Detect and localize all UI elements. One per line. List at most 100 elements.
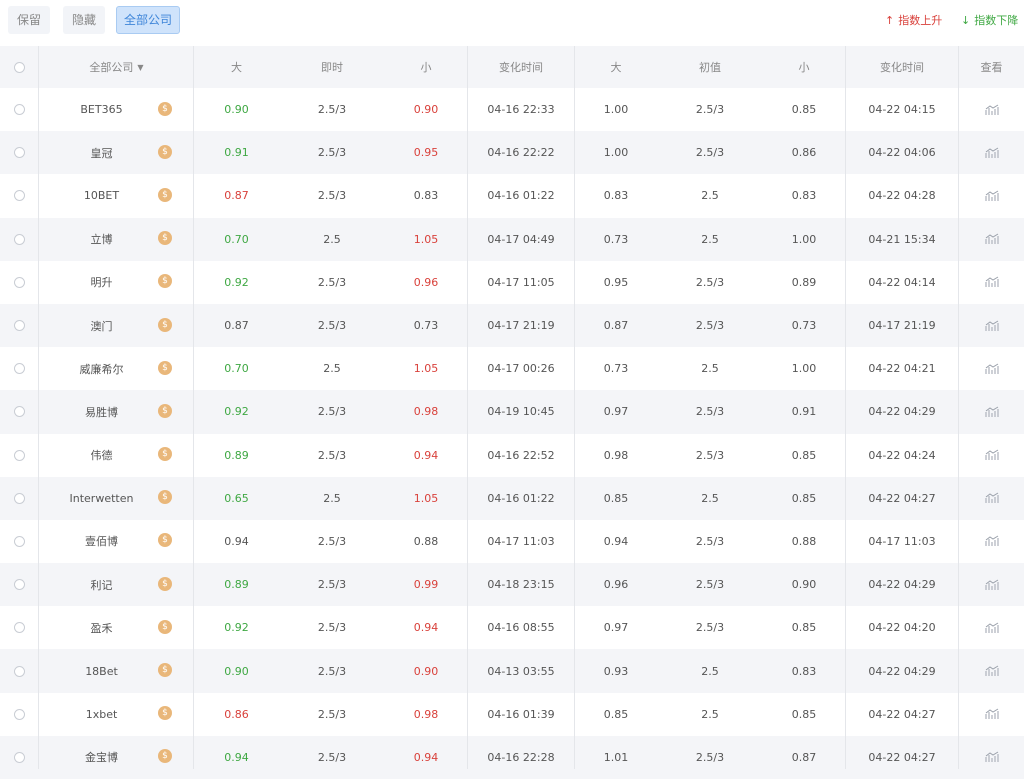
instant-line-cell: 2.5/3 [317, 319, 347, 333]
instant-line-cell: 2.5/3 [317, 189, 347, 203]
trend-chart-icon[interactable] [959, 606, 1024, 649]
trend-chart-icon[interactable] [959, 563, 1024, 606]
header-view: 查看 [980, 61, 1003, 74]
select-all-radio[interactable] [13, 61, 25, 73]
big-odds-cell: 0.65 [224, 491, 249, 505]
trend-chart-icon[interactable] [959, 693, 1024, 736]
column-divider [38, 46, 39, 769]
initial-line-cell: 2.5/3 [695, 578, 725, 592]
row-select-radio[interactable] [13, 622, 25, 634]
coin-icon[interactable]: $ [158, 619, 172, 634]
trend-chart-icon[interactable] [959, 218, 1024, 261]
initial-big-cell: 0.93 [603, 664, 629, 678]
row-select-radio[interactable] [13, 406, 25, 418]
hide-button[interactable]: 隐藏 [63, 6, 105, 34]
change-time-cell: 04-13 03:55 [487, 664, 555, 678]
initial-line-cell: 2.5/3 [695, 146, 725, 160]
row-select-radio[interactable] [13, 492, 25, 504]
initial-line-cell: 2.5/3 [695, 534, 725, 548]
initial-small-cell: 0.83 [791, 664, 817, 678]
row-select-radio[interactable] [13, 751, 25, 763]
small-odds-cell: 0.98 [413, 405, 439, 419]
instant-line-cell: 2.5/3 [317, 275, 347, 289]
row-select-radio[interactable] [13, 147, 25, 159]
row-select-radio[interactable] [13, 104, 25, 116]
initial-change-time-cell: 04-22 04:27 [868, 750, 936, 764]
initial-change-time-cell: 04-22 04:14 [868, 275, 936, 289]
trend-chart-icon[interactable] [959, 390, 1024, 433]
trend-chart-icon[interactable] [959, 88, 1024, 131]
row-select-radio[interactable] [13, 449, 25, 461]
trend-chart-icon[interactable] [959, 347, 1024, 390]
coin-icon[interactable]: $ [158, 317, 172, 332]
header-change-time: 变化时间 [499, 61, 543, 74]
big-odds-cell: 0.89 [224, 578, 249, 592]
trend-chart-icon[interactable] [959, 434, 1024, 477]
header-big-initial: 大 [610, 61, 622, 74]
trend-chart-icon[interactable] [959, 649, 1024, 692]
initial-change-time-cell: 04-22 04:29 [868, 405, 936, 419]
instant-line-cell: 2.5 [323, 232, 341, 246]
keep-button[interactable]: 保留 [8, 6, 50, 34]
instant-line-cell: 2.5/3 [317, 103, 347, 117]
row-select-radio[interactable] [13, 708, 25, 720]
initial-change-time-cell: 04-22 04:27 [868, 707, 936, 721]
trend-chart-icon[interactable] [959, 477, 1024, 520]
row-select-radio[interactable] [13, 276, 25, 288]
all-companies-button[interactable]: 全部公司 [116, 6, 180, 34]
company-filter-dropdown[interactable]: 全部公司 ▼ [40, 46, 193, 88]
small-odds-cell: 0.94 [413, 621, 439, 635]
row-select-radio[interactable] [13, 363, 25, 375]
initial-line-cell: 2.5 [701, 707, 719, 721]
row-select-radio[interactable] [13, 579, 25, 591]
coin-icon[interactable]: $ [158, 187, 172, 202]
table-header: 全部公司 ▼ 大 即时 小 变化时间 大 初值 小 变化时间 查看 [0, 46, 1024, 88]
big-odds-cell: 0.92 [224, 275, 249, 289]
initial-small-cell: 0.85 [791, 707, 817, 721]
initial-small-cell: 0.86 [791, 146, 817, 160]
index-rise-legend: ↑ 指数上升 [885, 12, 942, 28]
initial-line-cell: 2.5/3 [695, 319, 725, 333]
trend-chart-icon[interactable] [959, 174, 1024, 217]
coin-icon[interactable]: $ [158, 403, 172, 418]
odds-table: 全部公司 ▼ 大 即时 小 变化时间 大 初值 小 变化时间 查看 BET365 $… [0, 46, 1024, 779]
small-odds-cell: 1.05 [413, 362, 439, 376]
coin-icon[interactable]: $ [158, 447, 172, 462]
small-odds-cell: 1.05 [413, 232, 439, 246]
row-select-radio[interactable] [13, 233, 25, 245]
trend-chart-icon[interactable] [959, 131, 1024, 174]
change-time-cell: 04-16 08:55 [487, 621, 555, 635]
change-time-cell: 04-16 01:22 [487, 189, 555, 203]
initial-change-time-cell: 04-17 11:03 [868, 534, 936, 548]
header-instant: 即时 [321, 61, 343, 74]
coin-icon[interactable]: $ [158, 360, 172, 375]
coin-icon[interactable]: $ [158, 576, 172, 591]
header-initial: 初值 [699, 61, 721, 74]
trend-chart-icon[interactable] [959, 304, 1024, 347]
initial-big-cell: 0.97 [603, 405, 629, 419]
row-select-radio[interactable] [13, 190, 25, 202]
row-select-radio[interactable] [13, 320, 25, 332]
table-row: BET365 $0.90 2.5/3 0.90 04-16 22:33 1.00 2.5/3… [0, 88, 1024, 131]
initial-change-time-cell: 04-22 04:29 [868, 664, 936, 678]
trend-chart-icon[interactable] [959, 736, 1024, 779]
column-divider [958, 46, 959, 769]
change-time-cell: 04-17 00:26 [487, 362, 555, 376]
change-time-cell: 04-18 23:15 [487, 578, 555, 592]
row-select-radio[interactable] [13, 535, 25, 547]
coin-icon[interactable]: $ [158, 101, 172, 116]
initial-small-cell: 0.85 [791, 103, 817, 117]
big-odds-cell: 0.87 [224, 189, 249, 203]
column-divider [193, 46, 194, 769]
initial-big-cell: 0.97 [603, 621, 629, 635]
trend-chart-icon[interactable] [959, 520, 1024, 563]
change-time-cell: 04-16 22:22 [487, 146, 555, 160]
initial-small-cell: 0.89 [791, 275, 817, 289]
initial-small-cell: 0.73 [791, 319, 817, 333]
coin-icon[interactable]: $ [158, 663, 172, 678]
row-select-radio[interactable] [13, 665, 25, 677]
toolbar: 保留 隐藏 全部公司 ↑ 指数上升 ↓ 指数下降 [0, 0, 1024, 46]
initial-line-cell: 2.5/3 [695, 103, 725, 117]
coin-icon[interactable]: $ [158, 144, 172, 159]
trend-chart-icon[interactable] [959, 261, 1024, 304]
